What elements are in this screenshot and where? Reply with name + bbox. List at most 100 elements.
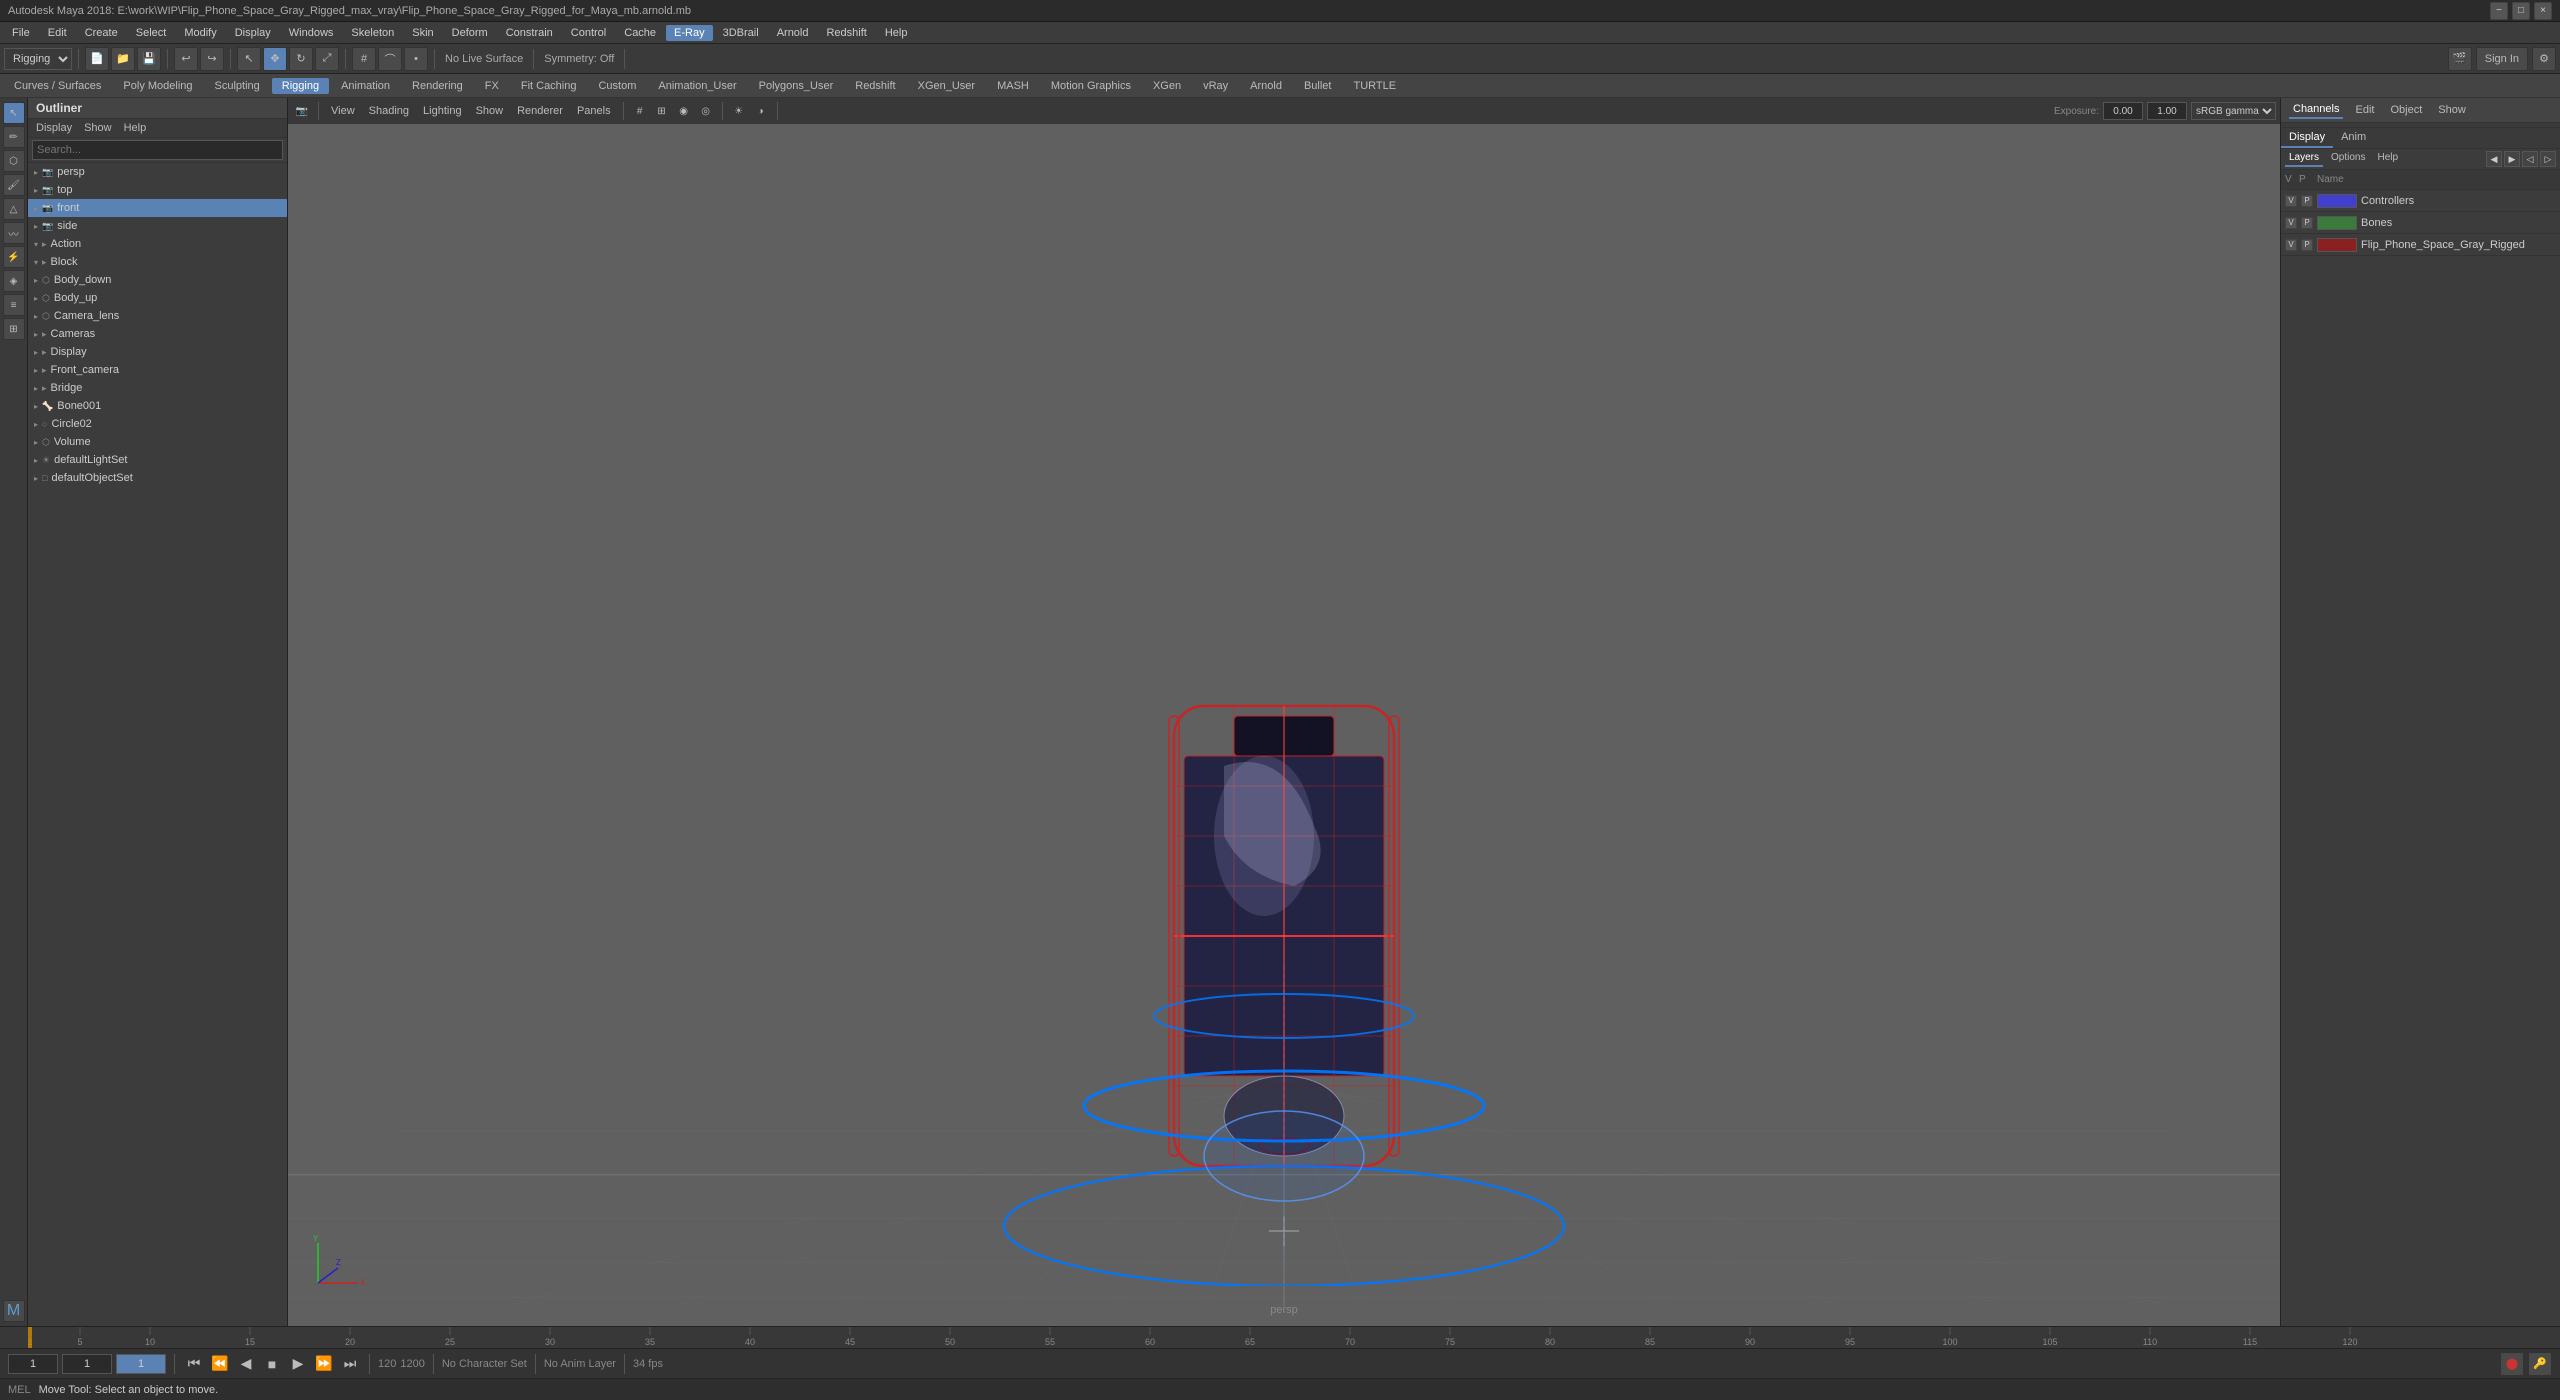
layer-v-phone[interactable]: V bbox=[2285, 239, 2297, 251]
menu-skeleton[interactable]: Skeleton bbox=[343, 25, 402, 41]
maximize-button[interactable]: □ bbox=[2512, 2, 2530, 20]
move-tool[interactable]: ✥ bbox=[263, 47, 287, 71]
snap-grid[interactable]: # bbox=[352, 47, 376, 71]
vp-grid-icon[interactable]: # bbox=[630, 101, 650, 121]
key-btn[interactable]: 🔑 bbox=[2528, 1352, 2552, 1376]
exposure-input[interactable] bbox=[2103, 102, 2143, 120]
module-xgen[interactable]: XGen bbox=[1143, 78, 1191, 94]
vp-menu-show[interactable]: Show bbox=[470, 103, 510, 119]
vp-wireframe-icon[interactable]: ⊞ bbox=[652, 101, 672, 121]
module-anim-user[interactable]: Animation_User bbox=[648, 78, 746, 94]
outliner-item-item7[interactable]: ▸ ⬡ Body_down bbox=[28, 271, 287, 289]
outliner-item-item8[interactable]: ▸ ⬡ Body_up bbox=[28, 289, 287, 307]
outliner-help[interactable]: Help bbox=[120, 121, 151, 135]
settings-btn[interactable]: ⚙ bbox=[2532, 47, 2556, 71]
brush-tool-btn[interactable]: 🖌 bbox=[3, 174, 25, 196]
menu-skin[interactable]: Skin bbox=[404, 25, 441, 41]
select-tool[interactable]: ↖ bbox=[237, 47, 261, 71]
tab-object[interactable]: Object bbox=[2386, 102, 2426, 118]
menu-redshift[interactable]: Redshift bbox=[818, 25, 874, 41]
play-btn[interactable]: ▶ bbox=[287, 1353, 309, 1375]
dynamics-tool-btn[interactable]: ⚡ bbox=[3, 246, 25, 268]
vp-camera-btn[interactable]: 📷 bbox=[292, 101, 312, 121]
outliner-item-item1[interactable]: ▸ 📷 persp bbox=[28, 163, 287, 181]
color-space-select[interactable]: sRGB gamma bbox=[2191, 102, 2276, 120]
outliner-item-item18[interactable]: ▸ □ defaultObjectSet bbox=[28, 469, 287, 487]
layer-back2-btn[interactable]: ◁ bbox=[2522, 151, 2538, 167]
new-button[interactable]: 📄 bbox=[85, 47, 109, 71]
step-back-btn[interactable]: ⏪ bbox=[209, 1353, 231, 1375]
outliner-item-item15[interactable]: ▸ ○ Circle02 bbox=[28, 415, 287, 433]
outliner-item-item6[interactable]: ▾ ▸ Block bbox=[28, 253, 287, 271]
module-turtle[interactable]: TURTLE bbox=[1344, 78, 1407, 94]
go-end-btn[interactable]: ⏭ bbox=[339, 1353, 361, 1375]
snap-curve[interactable]: ⌒ bbox=[378, 47, 402, 71]
vp-menu-shading[interactable]: Shading bbox=[363, 103, 415, 119]
menu-create[interactable]: Create bbox=[77, 25, 126, 41]
viewport-scene[interactable]: X Y Z persp bbox=[288, 124, 2280, 1326]
layer-v-bones[interactable]: V bbox=[2285, 217, 2297, 229]
module-poly-user[interactable]: Polygons_User bbox=[749, 78, 844, 94]
outliner-item-item17[interactable]: ▸ ☀ defaultLightSet bbox=[28, 451, 287, 469]
outliner-item-item9[interactable]: ▸ ⬡ Camera_lens bbox=[28, 307, 287, 325]
outliner-item-item13[interactable]: ▸ ▸ Bridge bbox=[28, 379, 287, 397]
close-button[interactable]: × bbox=[2534, 2, 2552, 20]
vp-menu-view[interactable]: View bbox=[325, 103, 361, 119]
tab-show[interactable]: Show bbox=[2434, 102, 2470, 118]
viewport-panel[interactable]: 📷 View Shading Lighting Show Renderer Pa… bbox=[288, 98, 2280, 1326]
open-button[interactable]: 📁 bbox=[111, 47, 135, 71]
layer-v-controllers[interactable]: V bbox=[2285, 195, 2297, 207]
extra-tool-btn[interactable]: ≡ bbox=[3, 294, 25, 316]
layers-tab[interactable]: Layers bbox=[2285, 151, 2323, 167]
menu-cache[interactable]: Cache bbox=[616, 25, 664, 41]
menu-control[interactable]: Control bbox=[563, 25, 614, 41]
module-fitcaching[interactable]: Fit Caching bbox=[511, 78, 587, 94]
snap-point[interactable]: • bbox=[404, 47, 428, 71]
menu-edit[interactable]: Edit bbox=[40, 25, 75, 41]
auto-key-btn[interactable]: ⬤ bbox=[2500, 1352, 2524, 1376]
module-vray[interactable]: vRay bbox=[1193, 78, 1238, 94]
module-rigging[interactable]: Rigging bbox=[272, 78, 329, 94]
layer-p-bones[interactable]: P bbox=[2301, 217, 2313, 229]
menu-display[interactable]: Display bbox=[227, 25, 279, 41]
gamma-input[interactable] bbox=[2147, 102, 2187, 120]
layer-p-phone[interactable]: P bbox=[2301, 239, 2313, 251]
vp-shadow-icon[interactable]: ◑ bbox=[751, 101, 771, 121]
outliner-item-item11[interactable]: ▸ ▸ Display bbox=[28, 343, 287, 361]
paint-tool-btn[interactable]: ✏ bbox=[3, 126, 25, 148]
outliner-item-item5[interactable]: ▾ ▸ Action bbox=[28, 235, 287, 253]
sub-tab-display[interactable]: Display bbox=[2281, 128, 2333, 148]
play-back-btn[interactable]: ◀ bbox=[235, 1353, 257, 1375]
module-motion[interactable]: Motion Graphics bbox=[1041, 78, 1141, 94]
vp-light-icon[interactable]: ☀ bbox=[729, 101, 749, 121]
extra2-tool-btn[interactable]: ⊞ bbox=[3, 318, 25, 340]
vp-menu-renderer[interactable]: Renderer bbox=[511, 103, 569, 119]
rotate-tool[interactable]: ↻ bbox=[289, 47, 313, 71]
lasso-tool-btn[interactable]: ⬡ bbox=[3, 150, 25, 172]
module-animation[interactable]: Animation bbox=[331, 78, 400, 94]
menu-constrain[interactable]: Constrain bbox=[498, 25, 561, 41]
layer-forward2-btn[interactable]: ▷ bbox=[2540, 151, 2556, 167]
menu-windows[interactable]: Windows bbox=[281, 25, 342, 41]
module-xgen-user[interactable]: XGen_User bbox=[908, 78, 985, 94]
menu-3dbrail[interactable]: 3DBrail bbox=[715, 25, 767, 41]
render-tool-btn[interactable]: ◈ bbox=[3, 270, 25, 292]
scale-tool[interactable]: ⤢ bbox=[315, 47, 339, 71]
outliner-show[interactable]: Show bbox=[80, 121, 116, 135]
sculpt-tool-btn[interactable]: △ bbox=[3, 198, 25, 220]
outliner-item-item2[interactable]: ▸ 📷 top bbox=[28, 181, 287, 199]
menu-eray[interactable]: E-Ray bbox=[666, 25, 713, 41]
menu-modify[interactable]: Modify bbox=[176, 25, 224, 41]
outliner-search-input[interactable] bbox=[32, 140, 283, 160]
outliner-item-item4[interactable]: ▸ 📷 side bbox=[28, 217, 287, 235]
module-rendering[interactable]: Rendering bbox=[402, 78, 473, 94]
save-button[interactable]: 💾 bbox=[137, 47, 161, 71]
cloth-tool-btn[interactable]: 〰 bbox=[3, 222, 25, 244]
module-curves[interactable]: Curves / Surfaces bbox=[4, 78, 111, 94]
help-tab[interactable]: Help bbox=[2373, 151, 2402, 167]
render-btn[interactable]: 🎬 bbox=[2448, 47, 2472, 71]
module-redshift[interactable]: Redshift bbox=[845, 78, 905, 94]
layer-back-btn[interactable]: ◀ bbox=[2486, 151, 2502, 167]
stop-btn[interactable]: ■ bbox=[261, 1353, 283, 1375]
tab-edit[interactable]: Edit bbox=[2351, 102, 2378, 118]
